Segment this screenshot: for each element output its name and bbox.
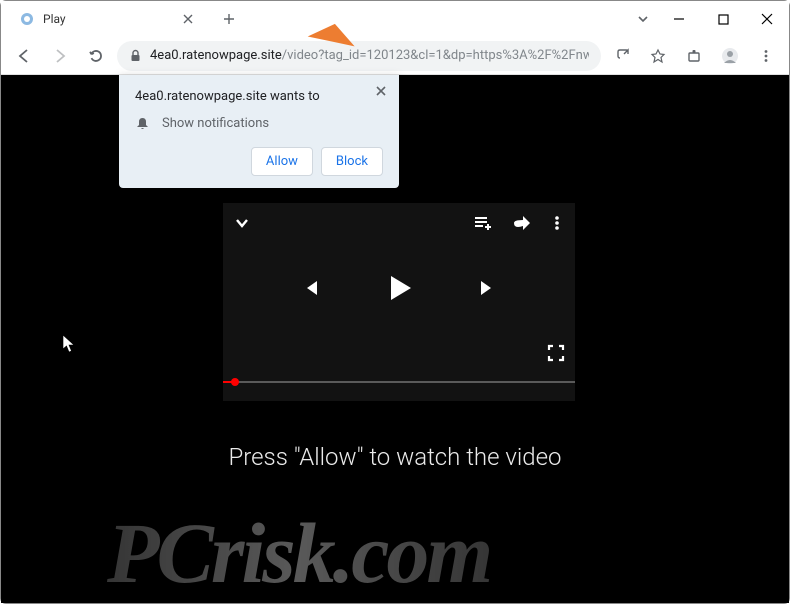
extensions-button[interactable] <box>679 41 709 71</box>
page-message: Press "Allow" to watch the video <box>1 443 789 471</box>
allow-button[interactable]: Allow <box>251 147 313 176</box>
page-content: 4ea0.ratenowpage.site wants to Show noti… <box>1 75 789 603</box>
block-button[interactable]: Block <box>321 147 383 176</box>
skip-previous-icon[interactable] <box>299 277 321 299</box>
tab-favicon <box>19 11 35 27</box>
bookmark-button[interactable] <box>643 41 673 71</box>
notification-title: 4ea0.ratenowpage.site wants to <box>135 89 383 104</box>
forward-button[interactable] <box>45 41 75 71</box>
menu-button[interactable] <box>751 41 781 71</box>
skip-next-icon[interactable] <box>477 277 499 299</box>
tab-title: Play <box>43 12 66 26</box>
title-bar: Play <box>1 1 789 37</box>
chevron-down-icon[interactable] <box>233 214 251 232</box>
profile-button[interactable] <box>715 41 745 71</box>
browser-toolbar: 4ea0.ratenowpage.site/video?tag_id=12012… <box>1 37 789 75</box>
notification-close-button[interactable] <box>375 85 387 97</box>
fullscreen-icon[interactable] <box>547 344 565 362</box>
play-button[interactable] <box>381 270 417 306</box>
share-icon[interactable] <box>511 213 531 233</box>
minimize-button[interactable] <box>657 4 701 34</box>
close-window-button[interactable] <box>745 4 789 34</box>
notification-prompt: 4ea0.ratenowpage.site wants to Show noti… <box>119 75 399 188</box>
url-domain: 4ea0.ratenowpage.site <box>150 48 282 63</box>
more-icon[interactable] <box>549 215 565 231</box>
browser-tab[interactable]: Play <box>7 1 207 37</box>
address-bar[interactable]: 4ea0.ratenowpage.site/video?tag_id=12012… <box>117 41 601 71</box>
mouse-cursor <box>62 334 76 354</box>
new-tab-button[interactable] <box>215 5 243 33</box>
playlist-add-icon[interactable] <box>473 213 493 233</box>
watermark: PCrisk.com <box>107 503 490 603</box>
tab-search-button[interactable] <box>629 13 657 25</box>
bell-icon <box>135 116 150 131</box>
lock-icon <box>129 49 142 62</box>
notification-line: Show notifications <box>162 116 269 131</box>
video-player <box>223 203 575 401</box>
tab-close-button[interactable] <box>181 12 195 26</box>
back-button[interactable] <box>9 41 39 71</box>
maximize-button[interactable] <box>701 4 745 34</box>
video-scrubber[interactable] <box>223 381 575 383</box>
reload-button[interactable] <box>81 41 111 71</box>
url-path: /video?tag_id=120123&cl=1&dp=https%3A%2F… <box>282 48 589 63</box>
share-button[interactable] <box>607 41 637 71</box>
